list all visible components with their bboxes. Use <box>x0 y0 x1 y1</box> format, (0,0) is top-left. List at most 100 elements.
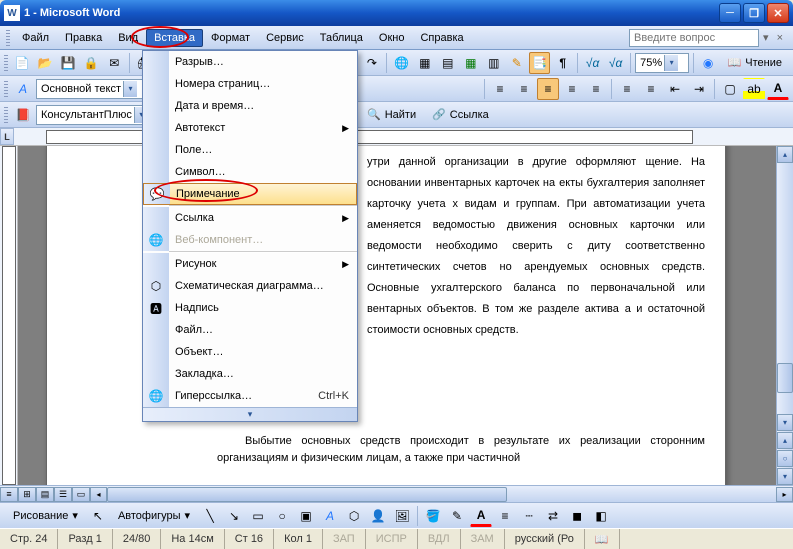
menu-item-hyperlink[interactable]: 🌐Гиперссылка…Ctrl+K <box>143 385 357 407</box>
status-ovr[interactable]: ЗАМ <box>461 529 505 549</box>
align-right-button[interactable]: ≡ <box>561 78 583 100</box>
document-text[interactable]: утри данной организации в другие оформля… <box>367 151 705 340</box>
next-page-button[interactable]: ▾ <box>777 468 793 485</box>
align-center-button[interactable]: ≡ <box>513 78 535 100</box>
permission-button[interactable]: 🔒 <box>81 52 102 74</box>
arrow-style-button[interactable]: ⇄ <box>542 505 564 527</box>
fill-color-button[interactable]: 🪣 <box>422 505 444 527</box>
menu-expand-button[interactable]: ▾ <box>143 407 357 421</box>
status-spell-icon[interactable]: 📖 <box>585 529 620 549</box>
menu-item-bookmark[interactable]: Закладка… <box>143 363 357 385</box>
menu-format[interactable]: Формат <box>203 29 258 47</box>
help-question-box[interactable] <box>629 29 759 47</box>
email-button[interactable]: ✉ <box>104 52 125 74</box>
menu-tools[interactable]: Сервис <box>258 29 312 47</box>
picture-button[interactable]: 🖼 <box>391 505 413 527</box>
horizontal-ruler[interactable]: L <box>0 128 793 146</box>
web-view-button[interactable]: ⊞ <box>18 487 36 502</box>
status-rec[interactable]: ЗАП <box>323 529 366 549</box>
open-button[interactable]: 📂 <box>35 52 56 74</box>
toolbar-grip[interactable] <box>4 107 8 123</box>
status-lang[interactable]: русский (Ро <box>505 529 585 549</box>
hscroll-thumb[interactable] <box>107 487 507 502</box>
menu-item-symbol[interactable]: Символ… <box>143 161 357 183</box>
autoshapes-button[interactable]: Автофигуры ▾ <box>111 505 197 527</box>
hyperlink-button[interactable]: 🌐 <box>391 52 412 74</box>
borders-button[interactable]: ▢ <box>719 78 741 100</box>
menu-item-object[interactable]: Объект… <box>143 341 357 363</box>
vertical-ruler[interactable] <box>0 146 18 485</box>
redo-button[interactable]: ↷ <box>361 52 382 74</box>
wordart-button[interactable]: A <box>319 505 341 527</box>
menu-item-break[interactable]: Разрыв… <box>143 51 357 73</box>
scroll-up-button[interactable]: ▴ <box>777 146 793 163</box>
menu-item-reference[interactable]: Ссылка▶ <box>143 207 357 229</box>
toolbar-grip[interactable] <box>6 30 10 46</box>
zoom-combo[interactable]: 75%▾ <box>635 53 689 73</box>
line-spacing-button[interactable]: ≡ <box>585 78 607 100</box>
document-text-para2[interactable]: Выбытие основных средств происходит в ре… <box>217 429 705 466</box>
bullets-button[interactable]: ≡ <box>640 78 662 100</box>
scroll-left-button[interactable]: ◂ <box>90 487 107 502</box>
highlight-button[interactable]: ab <box>743 78 765 100</box>
font-color-button[interactable]: A <box>470 505 492 527</box>
show-marks-button[interactable]: ¶ <box>552 52 573 74</box>
menu-file[interactable]: Файл <box>14 29 57 47</box>
hscroll-track[interactable] <box>107 487 776 502</box>
menu-item-file[interactable]: Файл… <box>143 319 357 341</box>
diagram-button[interactable]: ⬡ <box>343 505 365 527</box>
menu-view[interactable]: Вид <box>110 29 146 47</box>
numbering-button[interactable]: ≡ <box>616 78 638 100</box>
equation2-button[interactable]: √α <box>605 52 626 74</box>
close-button[interactable]: ✕ <box>767 3 789 23</box>
menu-edit[interactable]: Правка <box>57 29 110 47</box>
line-color-button[interactable]: ✎ <box>446 505 468 527</box>
menu-table[interactable]: Таблица <box>312 29 371 47</box>
toolbar-grip[interactable] <box>4 81 8 97</box>
save-button[interactable]: 💾 <box>58 52 79 74</box>
minimize-button[interactable]: ─ <box>719 3 741 23</box>
styles-pane-button[interactable]: A <box>12 78 34 100</box>
outline-view-button[interactable]: ☰ <box>54 487 72 502</box>
reading-view-button[interactable]: ▭ <box>72 487 90 502</box>
rectangle-button[interactable]: ▭ <box>247 505 269 527</box>
help-button[interactable]: ◉ <box>698 52 719 74</box>
normal-view-button[interactable]: ≡ <box>0 487 18 502</box>
drawing-button[interactable]: ✎ <box>506 52 527 74</box>
tab-selector[interactable]: L <box>0 128 14 145</box>
scroll-right-button[interactable]: ▸ <box>776 487 793 502</box>
find-button[interactable]: 🔍Найти <box>360 104 423 126</box>
excel-button[interactable]: ▦ <box>460 52 481 74</box>
3d-button[interactable]: ◧ <box>590 505 612 527</box>
arrow-button[interactable]: ↘ <box>223 505 245 527</box>
toolbar-grip[interactable] <box>4 55 8 71</box>
line-style-button[interactable]: ≡ <box>494 505 516 527</box>
dash-style-button[interactable]: ┄ <box>518 505 540 527</box>
menu-item-date-time[interactable]: Дата и время… <box>143 95 357 117</box>
textbox-button[interactable]: ▣ <box>295 505 317 527</box>
link-button[interactable]: 🔗Ссылка <box>425 104 496 126</box>
style-combo[interactable]: Основной текст▾ <box>36 79 156 99</box>
prev-page-button[interactable]: ▴ <box>777 432 793 449</box>
scroll-thumb[interactable] <box>777 363 793 393</box>
menu-item-comment[interactable]: 💬Примечание <box>143 183 357 205</box>
menu-help[interactable]: Справка <box>412 29 471 47</box>
menubar-close[interactable]: × <box>773 32 787 44</box>
align-left-button[interactable]: ≡ <box>489 78 511 100</box>
insert-table-button[interactable]: ▤ <box>437 52 458 74</box>
scroll-down-button[interactable]: ▾ <box>777 414 793 431</box>
shadow-button[interactable]: ◼ <box>566 505 588 527</box>
status-ext[interactable]: ВДЛ <box>418 529 461 549</box>
equation-button[interactable]: √α <box>582 52 603 74</box>
menu-item-textbox[interactable]: 🅰Надпись <box>143 297 357 319</box>
clipart-button[interactable]: 👤 <box>367 505 389 527</box>
line-button[interactable]: ╲ <box>199 505 221 527</box>
status-trk[interactable]: ИСПР <box>366 529 418 549</box>
menubar-dropdown[interactable]: ▾ <box>759 31 773 44</box>
reading-mode-button[interactable]: 📖Чтение <box>721 52 789 74</box>
new-button[interactable]: 📄 <box>12 52 33 74</box>
increase-indent-button[interactable]: ⇥ <box>688 78 710 100</box>
select-objects-button[interactable]: ↖ <box>87 505 109 527</box>
document-map-button[interactable]: 📑 <box>529 52 550 74</box>
align-justify-button[interactable]: ≡ <box>537 78 559 100</box>
